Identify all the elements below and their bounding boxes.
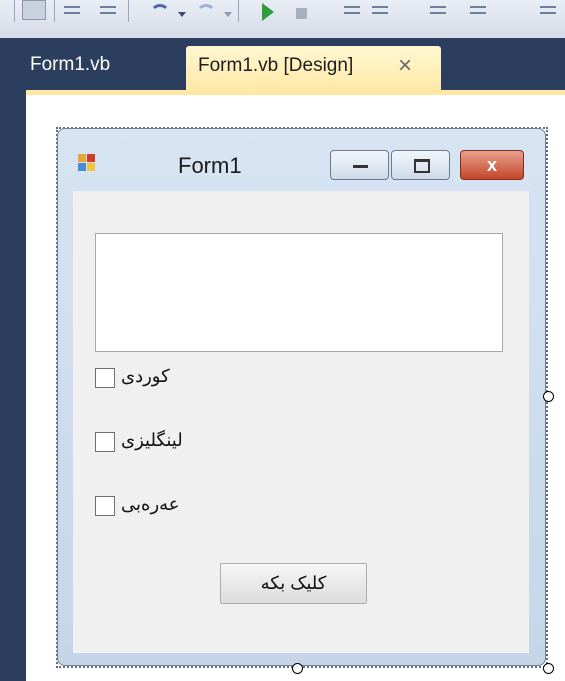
minimize-button[interactable] (330, 150, 389, 180)
resize-handle-right[interactable] (543, 391, 554, 402)
maximize-icon (414, 159, 430, 173)
undo-dropdown-icon[interactable] (178, 12, 186, 17)
checkbox-label: عەرەبی (121, 494, 180, 514)
form-title: Form1 (178, 153, 242, 178)
text-input[interactable] (95, 233, 503, 352)
close-button[interactable]: x (460, 150, 524, 180)
minimize-icon (353, 165, 368, 168)
toolbar-separator (238, 0, 239, 22)
toolbar-separator (14, 0, 15, 22)
close-tab-icon[interactable]: × (398, 51, 412, 81)
start-debug-icon[interactable] (262, 3, 274, 21)
checkbox-box[interactable] (95, 368, 115, 388)
outdent-icon[interactable] (344, 2, 360, 32)
tab-form1-design-label: Form1.vb [Design] (198, 55, 354, 76)
ide-toolbar (0, 0, 565, 39)
indent-icon[interactable] (372, 2, 388, 32)
checkbox-box[interactable] (95, 496, 115, 516)
resize-handle-corner[interactable] (543, 663, 554, 674)
uncomment-lines-icon[interactable] (100, 2, 116, 32)
resize-handle-bottom[interactable] (292, 663, 303, 674)
maximize-button[interactable] (391, 150, 450, 180)
format-icon[interactable] (430, 2, 446, 32)
find-icon[interactable] (22, 0, 46, 20)
redo-icon[interactable] (196, 4, 216, 24)
toolbar-separator (54, 0, 55, 22)
align-icon[interactable] (540, 2, 556, 32)
form-app-icon (78, 154, 96, 172)
close-icon: x (486, 155, 497, 175)
tab-form1-design[interactable]: Form1.vb [Design] × (186, 46, 441, 90)
undo-icon[interactable] (150, 4, 170, 24)
toolbar-separator (128, 0, 129, 22)
redo-dropdown-icon[interactable] (224, 12, 232, 17)
stop-debug-icon[interactable] (296, 8, 307, 19)
comment-lines-icon[interactable] (64, 2, 80, 32)
click-button[interactable]: کلیک بکە (220, 563, 367, 604)
checkbox-box[interactable] (95, 432, 115, 452)
tab-form1-vb[interactable]: Form1.vb (30, 45, 110, 85)
step-icon[interactable] (470, 2, 486, 32)
checkbox-label: کوردی (121, 366, 170, 386)
checkbox-label: لینگلیزی (121, 430, 183, 450)
